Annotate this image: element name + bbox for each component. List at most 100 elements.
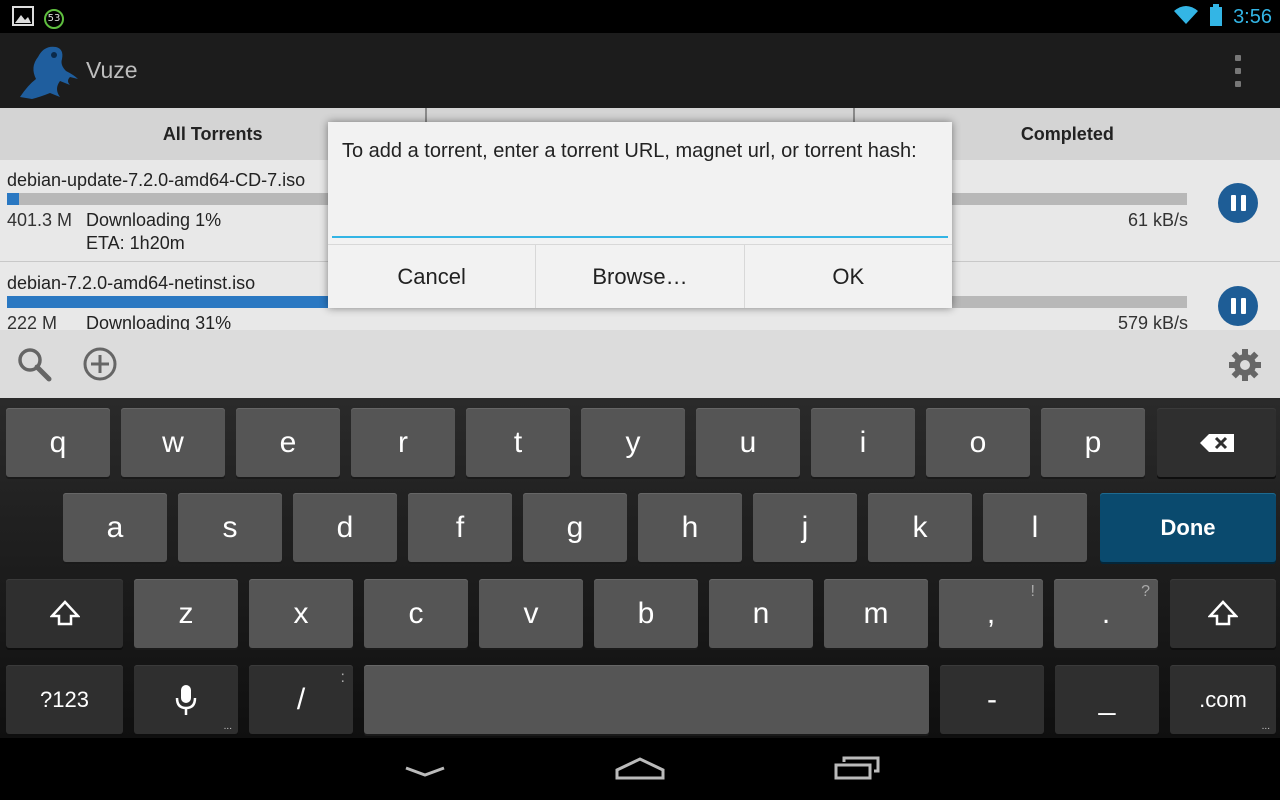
- slash-key[interactable]: / :: [249, 665, 353, 734]
- key-e[interactable]: e: [236, 408, 340, 477]
- backspace-key[interactable]: [1157, 408, 1276, 477]
- overflow-menu-icon[interactable]: [1228, 55, 1248, 87]
- microphone-key[interactable]: ...: [134, 665, 238, 734]
- key-t[interactable]: t: [466, 408, 570, 477]
- key-label: y: [625, 425, 641, 459]
- torrent-eta: ETA: 1h20m: [86, 233, 185, 253]
- key-r[interactable]: r: [351, 408, 455, 477]
- key-label: a: [106, 510, 124, 544]
- clock: 3:56: [1233, 6, 1272, 28]
- space-key[interactable]: [364, 665, 929, 734]
- search-icon[interactable]: [16, 346, 52, 387]
- torrent-size: 222 M: [7, 313, 58, 330]
- pause-button[interactable]: [1218, 183, 1258, 223]
- slash-key-hint: :: [340, 669, 345, 686]
- recent-apps-icon[interactable]: [832, 748, 884, 793]
- torrent-status: Downloading 1%: [86, 210, 222, 230]
- key-label: n: [752, 596, 770, 630]
- dotcom-key-label: .com: [1199, 686, 1247, 712]
- key-k[interactable]: k: [868, 493, 972, 562]
- key-v[interactable]: v: [479, 579, 583, 648]
- image-notification-icon: [12, 6, 34, 31]
- key-a[interactable]: a: [63, 493, 167, 562]
- add-torrent-dialog: To add a torrent, enter a torrent URL, m…: [328, 122, 952, 308]
- settings-gear-icon[interactable]: [1228, 348, 1262, 387]
- app-title: Vuze: [86, 57, 138, 83]
- key-label: s: [222, 510, 238, 544]
- key-h[interactable]: h: [638, 493, 742, 562]
- key-hint: !: [1030, 583, 1035, 600]
- key-y[interactable]: y: [581, 408, 685, 477]
- shift-key-left[interactable]: [6, 579, 123, 648]
- torrent-name: debian-update-7.2.0-amd64-CD-7.iso: [7, 170, 306, 190]
- key-o[interactable]: o: [926, 408, 1030, 477]
- key-b[interactable]: b: [594, 579, 698, 648]
- key-label: b: [637, 596, 655, 630]
- key-label: m: [863, 596, 889, 630]
- vuze-frog-logo[interactable]: [14, 41, 80, 108]
- key-w[interactable]: w: [121, 408, 225, 477]
- key-label: g: [566, 510, 584, 544]
- dialog-buttons: Cancel Browse… OK: [328, 244, 952, 308]
- bottom-action-bar: [0, 330, 1280, 398]
- key-hint: ?: [1141, 583, 1150, 600]
- key-f[interactable]: f: [408, 493, 512, 562]
- key-z[interactable]: z: [134, 579, 238, 648]
- key-n[interactable]: n: [709, 579, 813, 648]
- key-label: t: [513, 425, 523, 459]
- sync-badge-icon: 53: [44, 8, 64, 29]
- cancel-button[interactable]: Cancel: [328, 245, 535, 308]
- dotcom-key[interactable]: .com ...: [1170, 665, 1276, 734]
- key-x[interactable]: x: [249, 579, 353, 648]
- pause-button[interactable]: [1218, 286, 1258, 326]
- key-s[interactable]: s: [178, 493, 282, 562]
- key-label: e: [279, 425, 297, 459]
- symbols-key[interactable]: ?123: [6, 665, 123, 734]
- torrent-size: 401.3 M: [7, 210, 73, 230]
- home-icon[interactable]: [614, 748, 666, 793]
- progress-fill: [7, 296, 373, 308]
- add-circle-icon[interactable]: [82, 346, 118, 387]
- key-u[interactable]: u: [696, 408, 800, 477]
- back-chevron-icon[interactable]: [402, 748, 448, 793]
- key-d[interactable]: d: [293, 493, 397, 562]
- done-key[interactable]: Done: [1100, 493, 1276, 562]
- progress-fill: [7, 193, 19, 205]
- key-m[interactable]: m: [824, 579, 928, 648]
- dash-key[interactable]: -: [940, 665, 1044, 734]
- key-j[interactable]: j: [753, 493, 857, 562]
- key-label: w: [162, 425, 184, 459]
- underscore-key[interactable]: _: [1055, 665, 1159, 734]
- torrent-name: debian-7.2.0-amd64-netinst.iso: [7, 273, 256, 293]
- key-q[interactable]: q: [6, 408, 110, 477]
- dialog-message: To add a torrent, enter a torrent URL, m…: [342, 140, 917, 162]
- key-label: h: [681, 510, 699, 544]
- navigation-bar: [0, 738, 1280, 800]
- key-i[interactable]: i: [811, 408, 915, 477]
- key-g[interactable]: g: [523, 493, 627, 562]
- key-label: o: [969, 425, 987, 459]
- key-label: ,: [986, 596, 996, 630]
- key-label: d: [336, 510, 354, 544]
- key-label: p: [1084, 425, 1102, 459]
- browse-button[interactable]: Browse…: [535, 245, 743, 308]
- key-label: .: [1101, 596, 1111, 630]
- key-label: z: [178, 596, 194, 630]
- action-bar: Vuze: [0, 33, 1280, 108]
- key-label: u: [739, 425, 757, 459]
- torrent-url-input[interactable]: [332, 172, 948, 238]
- key-label: q: [49, 425, 67, 459]
- torrent-speed: 579 kB/s: [1117, 313, 1188, 330]
- key-p[interactable]: p: [1041, 408, 1145, 477]
- key-l[interactable]: l: [983, 493, 1087, 562]
- key-period[interactable]: .?: [1054, 579, 1158, 648]
- screen: 53 3:56 Vuze All Torrents Completed debi…: [0, 0, 1280, 800]
- key-comma[interactable]: ,!: [939, 579, 1043, 648]
- key-c[interactable]: c: [364, 579, 468, 648]
- key-label: l: [1031, 510, 1039, 544]
- key-label: j: [801, 510, 809, 544]
- battery-icon: [1209, 4, 1223, 31]
- ok-button[interactable]: OK: [743, 245, 952, 308]
- shift-key-right[interactable]: [1170, 579, 1276, 648]
- wifi-icon: [1173, 5, 1199, 30]
